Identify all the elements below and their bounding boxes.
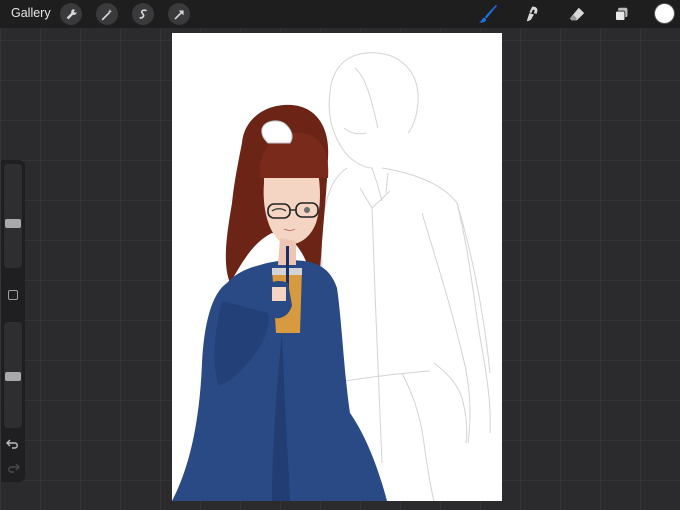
artwork — [172, 52, 491, 501]
top-toolbar: Gallery — [0, 0, 680, 28]
smudge-icon[interactable] — [522, 3, 544, 25]
girl-figure — [172, 104, 387, 501]
transform-arrow-icon[interactable] — [168, 3, 190, 25]
undo-icon[interactable] — [6, 438, 20, 450]
brush-opacity-slider[interactable] — [4, 322, 22, 428]
gallery-button[interactable]: Gallery — [11, 6, 51, 20]
brush-size-slider-thumb[interactable] — [5, 219, 21, 228]
modify-button[interactable] — [8, 290, 18, 300]
eraser-icon[interactable] — [566, 3, 588, 25]
selection-icon[interactable] — [132, 3, 154, 25]
drawing-canvas[interactable] — [172, 33, 502, 501]
brush-icon[interactable] — [477, 3, 499, 25]
brush-opacity-slider-thumb[interactable] — [5, 372, 21, 381]
magic-wand-icon[interactable] — [96, 3, 118, 25]
wrench-icon[interactable] — [60, 3, 82, 25]
color-picker-button[interactable] — [655, 4, 674, 23]
layers-icon[interactable] — [610, 3, 632, 25]
redo-icon[interactable] — [6, 462, 20, 474]
left-sidebar — [1, 160, 25, 482]
brush-size-slider[interactable] — [4, 164, 22, 268]
